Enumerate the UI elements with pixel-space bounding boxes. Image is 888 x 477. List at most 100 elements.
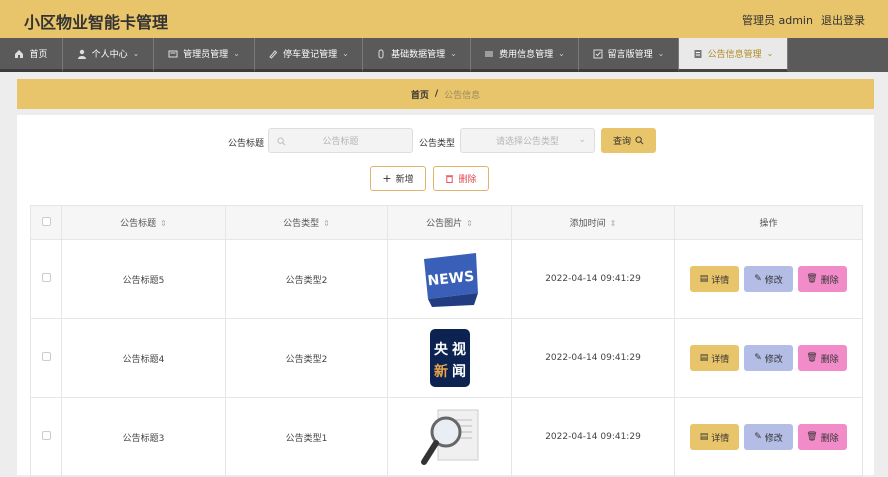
row-checkbox[interactable] — [41, 352, 51, 361]
delete-label: 删除 — [820, 433, 839, 444]
chevron-down-icon: ⌄ — [578, 135, 586, 145]
trash-icon: 🗑 — [806, 353, 818, 363]
delete-button[interactable]: 🗑 删除 — [798, 345, 847, 371]
select-all-checkbox[interactable] — [41, 216, 51, 226]
title-search-label: 公告标题 — [228, 139, 265, 149]
trash-icon: 🗑 — [806, 274, 818, 284]
add-button[interactable]: + 新增 — [370, 166, 426, 191]
trash-icon: 🗑 — [806, 432, 818, 442]
header-image[interactable]: 公告图片 ⇕ — [387, 205, 512, 240]
nav-item-fee[interactable]: 费用信息管理 ⌄ — [471, 38, 579, 72]
header-type[interactable]: 公告类型 ⇕ — [225, 205, 388, 240]
row-checkbox[interactable] — [41, 273, 51, 282]
magnifier-newspaper-image — [420, 409, 478, 465]
type-select-label: 公告类型 — [419, 139, 456, 149]
query-button[interactable]: 查询 — [601, 128, 656, 153]
nav-item-admin[interactable]: 管理员管理 ⌄ — [154, 38, 255, 72]
nav-label: 首页 — [29, 50, 48, 60]
header-actions: 操作 — [674, 205, 863, 240]
notice-table: 公告标题 ⇕ 公告类型 ⇕ 公告图片 ⇕ 添加时间 ⇕ 操作 公告标题5 公告类型2 N… — [30, 205, 863, 477]
home-icon — [15, 49, 24, 58]
table-row: 公告标题3 公告类型1 2022-04-14 09:41:29 ▤ 详情 ✎ 修… — [30, 397, 863, 477]
batch-delete-button[interactable]: 删除 — [433, 166, 489, 191]
nav-item-base-data[interactable]: 基础数据管理 ⌄ — [363, 38, 471, 72]
edit-button[interactable]: ✎ 修改 — [744, 345, 793, 371]
plus-icon: + — [382, 172, 392, 185]
header-label: 公告类型 — [283, 219, 320, 229]
cctv-char: 央 — [434, 341, 449, 358]
breadcrumb-home[interactable]: 首页 — [411, 88, 429, 101]
main-nav: 首页 个人中心 ⌄ 管理员管理 ⌄ 停车登记管理 ⌄ 基础数据管理 ⌄ 费用信息… — [0, 38, 888, 72]
header-label: 添加时间 — [569, 219, 606, 229]
table-row: 公告标题4 公告类型2 央 视 新 闻 2022-04-14 09:41:29 … — [30, 318, 863, 398]
app-title: 小区物业智能卡管理 — [24, 13, 169, 32]
type-cell: 公告类型2 — [225, 239, 388, 319]
nav-item-notice[interactable]: 公告信息管理 ⌄ — [679, 38, 788, 72]
batch-delete-label: 删除 — [458, 175, 477, 185]
chevron-down-icon: ⌄ — [558, 49, 565, 58]
nav-label: 公告信息管理 — [707, 50, 762, 60]
time-cell: 2022-04-14 09:41:29 — [511, 397, 675, 477]
nav-label: 留言版管理 — [607, 50, 653, 60]
delete-button[interactable]: 🗑 删除 — [798, 266, 847, 292]
detail-icon: ▤ — [699, 353, 709, 363]
delete-label: 删除 — [820, 354, 839, 365]
breadcrumb: 首页 / 公告信息 — [17, 79, 874, 109]
header-title[interactable]: 公告标题 ⇕ — [61, 205, 226, 240]
edit-button[interactable]: ✎ 修改 — [744, 424, 793, 450]
nav-item-message[interactable]: 留言版管理 ⌄ — [579, 38, 679, 72]
delete-button[interactable]: 🗑 删除 — [798, 424, 847, 450]
time-cell: 2022-04-14 09:41:29 — [511, 318, 675, 398]
title-cell: 公告标题4 — [61, 318, 226, 398]
detail-label: 详情 — [711, 275, 730, 286]
image-cell — [387, 397, 512, 477]
row-select-cell — [30, 397, 62, 477]
table-row: 公告标题5 公告类型2 NEWS 2022-04-14 09:41:29 ▤ 详情… — [30, 239, 863, 319]
edit-label: 修改 — [764, 433, 783, 444]
detail-label: 详情 — [711, 354, 730, 365]
actions-cell: ▤ 详情 ✎ 修改 🗑 删除 — [674, 397, 863, 477]
header-label: 公告图片 — [426, 219, 463, 229]
nav-item-parking[interactable]: 停车登记管理 ⌄ — [255, 38, 363, 72]
nav-item-profile[interactable]: 个人中心 ⌄ — [63, 38, 154, 72]
chevron-down-icon: ⌄ — [450, 49, 457, 58]
detail-button[interactable]: ▤ 详情 — [690, 345, 739, 371]
sort-icon: ⇕ — [323, 219, 330, 228]
message-icon — [593, 49, 603, 58]
row-select-cell — [30, 318, 62, 398]
logout-link[interactable]: 退出登录 — [821, 12, 865, 28]
row-select-cell — [30, 239, 62, 319]
type-cell: 公告类型1 — [225, 397, 388, 477]
edit-icon: ✎ — [754, 432, 762, 442]
header-time[interactable]: 添加时间 ⇕ — [511, 205, 675, 240]
nav-label: 停车登记管理 — [283, 50, 338, 60]
detail-button[interactable]: ▤ 详情 — [690, 266, 739, 292]
title-search-placeholder: 公告标题 — [322, 137, 359, 147]
admin-icon — [168, 50, 178, 57]
nav-label: 管理员管理 — [183, 50, 229, 60]
title-cell: 公告标题3 — [61, 397, 226, 477]
news-3d-image: NEWS — [423, 253, 478, 307]
current-user: 管理员 admin — [742, 14, 813, 27]
fee-icon — [485, 51, 494, 56]
edit-button[interactable]: ✎ 修改 — [744, 266, 793, 292]
actions-cell: ▤ 详情 ✎ 修改 🗑 删除 — [674, 239, 863, 319]
detail-button[interactable]: ▤ 详情 — [690, 424, 739, 450]
type-cell: 公告类型2 — [225, 318, 388, 398]
nav-item-home[interactable]: 首页 — [0, 38, 63, 72]
cctv-news-image: 央 视 新 闻 — [429, 329, 470, 387]
chevron-down-icon: ⌄ — [132, 49, 140, 58]
row-checkbox[interactable] — [41, 431, 51, 440]
image-cell: NEWS — [387, 239, 512, 319]
type-select[interactable]: 请选择公告类型 ⌄ — [460, 128, 595, 153]
main-content: 公告标题 公告标题 公告类型 请选择公告类型 ⌄ 查询 + 新增 删除 公告标题… — [17, 115, 874, 477]
title-search-input[interactable]: 公告标题 — [268, 128, 413, 153]
add-button-label: 新增 — [395, 175, 414, 185]
nav-label: 费用信息管理 — [499, 50, 554, 60]
edit-label: 修改 — [764, 275, 783, 286]
sort-icon: ⇕ — [466, 219, 473, 228]
time-cell: 2022-04-14 09:41:29 — [511, 239, 675, 319]
query-button-label: 查询 — [612, 137, 631, 147]
user-icon — [77, 49, 86, 59]
cctv-char: 新 — [434, 363, 448, 380]
